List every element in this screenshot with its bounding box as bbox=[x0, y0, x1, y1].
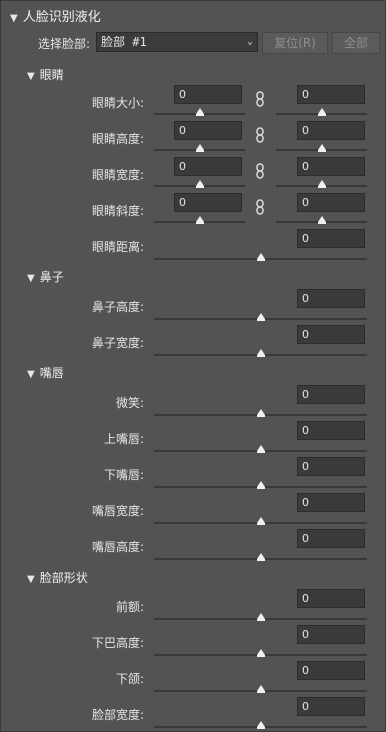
section-eyes-title: 眼睛 bbox=[39, 68, 64, 82]
nose-height-slider-thumb[interactable] bbox=[257, 313, 265, 321]
link-icon[interactable] bbox=[255, 91, 265, 107]
link-icon[interactable] bbox=[255, 127, 265, 143]
section-eyes[interactable]: ▼ 眼睛 bbox=[27, 66, 64, 83]
mouth-width-input[interactable]: 0 bbox=[297, 493, 365, 512]
eye-size-right-slider-thumb[interactable] bbox=[318, 108, 326, 116]
panel-title: 人脸识别液化 bbox=[22, 10, 101, 25]
mouth-width-slider-thumb[interactable] bbox=[257, 517, 265, 525]
eye-height-right-slider-thumb[interactable] bbox=[318, 144, 326, 152]
nose-height-input[interactable]: 0 bbox=[297, 289, 365, 308]
eye-tilt-right-slider-thumb[interactable] bbox=[318, 216, 326, 224]
face-width-input[interactable]: 0 bbox=[297, 697, 365, 716]
chin-height-label: 下巴高度: bbox=[91, 636, 144, 650]
jaw-slider-thumb[interactable] bbox=[257, 685, 265, 693]
section-face-shape-title: 脸部形状 bbox=[39, 571, 88, 585]
link-icon[interactable] bbox=[255, 199, 265, 215]
section-mouth-title: 嘴唇 bbox=[39, 366, 64, 380]
eye-size-right-input[interactable]: 0 bbox=[297, 85, 365, 104]
eye-distance-slider-thumb[interactable] bbox=[257, 253, 265, 261]
chevron-down-icon: ⌄ bbox=[246, 36, 253, 47]
collapse-triangle-icon: ▼ bbox=[27, 574, 35, 585]
eye-tilt-label: 眼睛斜度: bbox=[91, 204, 144, 218]
lower-lip-input[interactable]: 0 bbox=[297, 457, 365, 476]
nose-width-label: 鼻子宽度: bbox=[91, 336, 144, 350]
nose-width-input[interactable]: 0 bbox=[297, 325, 365, 344]
eye-size-label: 眼睛大小: bbox=[91, 96, 144, 110]
chin-height-input[interactable]: 0 bbox=[297, 625, 365, 644]
jaw-label: 下颌: bbox=[115, 672, 144, 686]
eye-tilt-right-input[interactable]: 0 bbox=[297, 193, 365, 212]
eye-width-left-slider-thumb[interactable] bbox=[196, 180, 204, 188]
eye-size-left-slider-thumb[interactable] bbox=[196, 108, 204, 116]
upper-lip-slider-thumb[interactable] bbox=[257, 445, 265, 453]
face-width-label: 脸部宽度: bbox=[91, 708, 144, 722]
section-face-shape[interactable]: ▼ 脸部形状 bbox=[27, 569, 88, 586]
panel-header[interactable]: ▼ 人脸识别液化 bbox=[10, 6, 101, 25]
eye-width-left-input[interactable]: 0 bbox=[174, 157, 242, 176]
select-face-label: 选择脸部: bbox=[38, 37, 91, 51]
forehead-input[interactable]: 0 bbox=[297, 589, 365, 608]
eye-height-left-input[interactable]: 0 bbox=[174, 121, 242, 140]
eye-height-label: 眼睛高度: bbox=[91, 132, 144, 146]
eye-distance-input[interactable]: 0 bbox=[297, 229, 365, 248]
link-icon[interactable] bbox=[255, 163, 265, 179]
collapse-triangle-icon: ▼ bbox=[27, 369, 35, 380]
eye-tilt-left-input[interactable]: 0 bbox=[174, 193, 242, 212]
smile-slider-thumb[interactable] bbox=[257, 409, 265, 417]
face-select-dropdown[interactable]: 脸部 #1 ⌄ bbox=[96, 32, 258, 52]
forehead-slider-thumb[interactable] bbox=[257, 613, 265, 621]
eye-width-right-input[interactable]: 0 bbox=[297, 157, 365, 176]
forehead-label: 前额: bbox=[115, 600, 144, 614]
lower-lip-label: 下嘴唇: bbox=[103, 468, 144, 482]
section-mouth[interactable]: ▼ 嘴唇 bbox=[27, 364, 64, 381]
reset-button[interactable]: 复位(R) bbox=[262, 32, 328, 54]
mouth-height-label: 嘴唇高度: bbox=[91, 540, 144, 554]
collapse-triangle-icon: ▼ bbox=[27, 273, 35, 284]
eye-distance-label: 眼睛距离: bbox=[91, 240, 144, 254]
all-button[interactable]: 全部 bbox=[332, 32, 380, 54]
section-nose[interactable]: ▼ 鼻子 bbox=[27, 268, 64, 285]
upper-lip-label: 上嘴唇: bbox=[103, 432, 144, 446]
face-select-value: 脸部 #1 bbox=[101, 35, 147, 49]
eye-tilt-left-slider-thumb[interactable] bbox=[196, 216, 204, 224]
smile-label: 微笑: bbox=[115, 396, 144, 410]
collapse-triangle-icon: ▼ bbox=[10, 13, 18, 24]
mouth-height-slider-thumb[interactable] bbox=[257, 553, 265, 561]
smile-input[interactable]: 0 bbox=[297, 385, 365, 404]
collapse-triangle-icon: ▼ bbox=[27, 71, 35, 82]
face-width-slider-thumb[interactable] bbox=[257, 721, 265, 729]
upper-lip-input[interactable]: 0 bbox=[297, 421, 365, 440]
eye-size-left-input[interactable]: 0 bbox=[174, 85, 242, 104]
mouth-height-input[interactable]: 0 bbox=[297, 529, 365, 548]
eye-width-right-slider-thumb[interactable] bbox=[318, 180, 326, 188]
mouth-width-label: 嘴唇宽度: bbox=[91, 504, 144, 518]
section-nose-title: 鼻子 bbox=[39, 270, 64, 284]
nose-width-slider-thumb[interactable] bbox=[257, 349, 265, 357]
nose-height-label: 鼻子高度: bbox=[91, 300, 144, 314]
eye-width-label: 眼睛宽度: bbox=[91, 168, 144, 182]
eye-height-right-input[interactable]: 0 bbox=[297, 121, 365, 140]
jaw-input[interactable]: 0 bbox=[297, 661, 365, 680]
chin-height-slider-thumb[interactable] bbox=[257, 649, 265, 657]
eye-height-left-slider-thumb[interactable] bbox=[196, 144, 204, 152]
lower-lip-slider-thumb[interactable] bbox=[257, 481, 265, 489]
